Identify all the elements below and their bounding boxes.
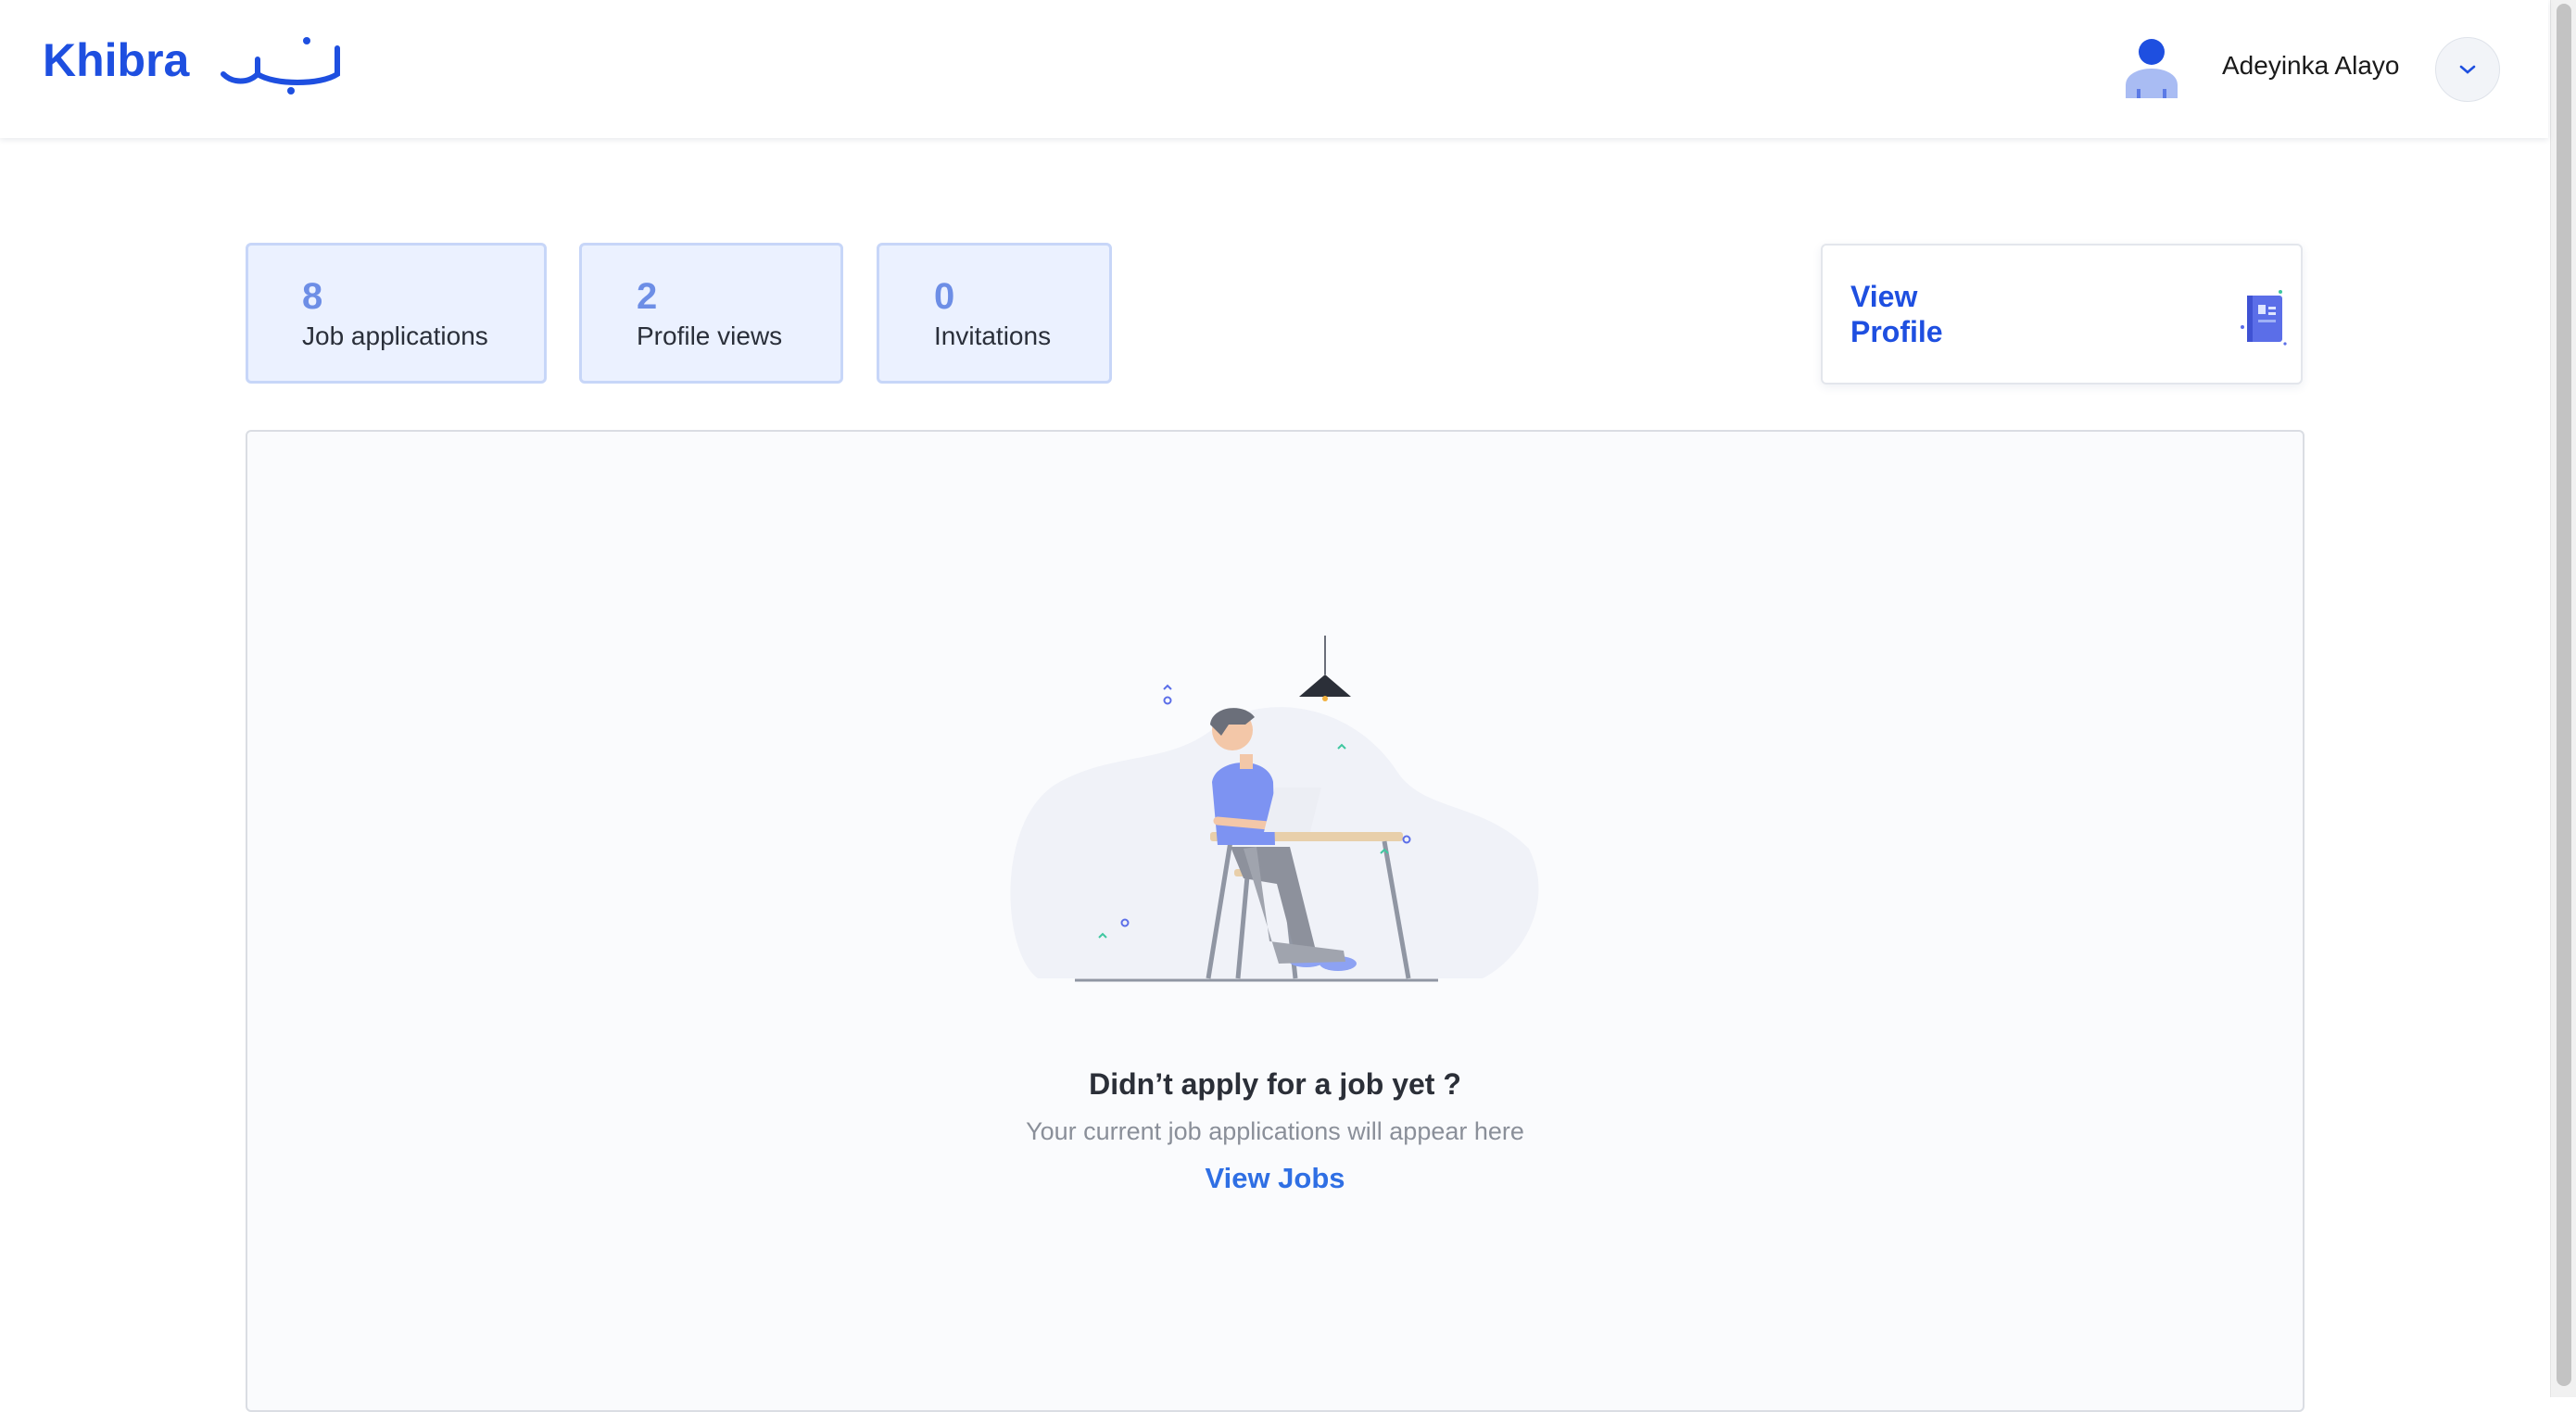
stat-card-invitations[interactable]: 0 Invitations [877,243,1112,384]
view-jobs-link[interactable]: View Jobs [1201,1162,1349,1195]
desk-illustration [1010,636,1539,982]
stat-label: Job applications [302,321,488,350]
user-name[interactable]: Adeyinka Alayo [2222,51,2399,81]
stat-value: 2 [637,276,658,317]
view-profile-card[interactable]: View Profile [1821,244,2303,385]
user-menu-toggle[interactable] [2435,37,2500,102]
stat-value: 8 [302,276,323,317]
empty-state-subtitle: Your current job applications will appea… [1026,1117,1524,1145]
top-header: Khibra Adeyinka Alayo [0,0,2548,138]
svg-text:Khibra: Khibra [43,34,191,86]
view-profile-label: View Profile [1850,280,1943,348]
profile-document-icon [2241,290,2287,346]
stat-label: Profile views [637,321,783,350]
stat-card-profile-views[interactable]: 2 Profile views [579,243,843,384]
scrollbar-thumb[interactable] [2557,4,2571,1386]
user-avatar-icon[interactable] [2122,37,2181,100]
stat-label: Invitations [934,321,1052,350]
page-scrollbar[interactable] [2550,0,2576,1397]
stat-value: 0 [934,276,955,317]
khibra-logo[interactable]: Khibra [43,33,345,100]
stat-card-job-applications[interactable]: 8 Job applications [246,243,547,384]
chevron-down-icon [2459,65,2476,74]
empty-state-title: Didn’t apply for a job yet ? [1089,1067,1461,1101]
